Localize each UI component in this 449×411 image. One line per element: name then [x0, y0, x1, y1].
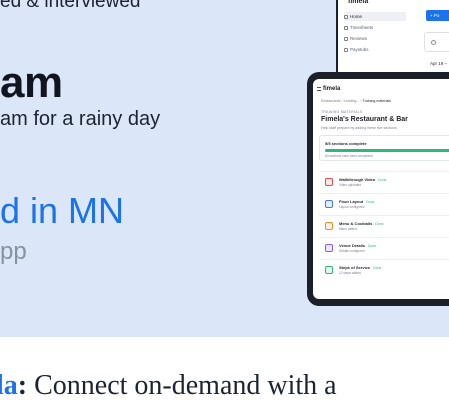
tablet-device: fimela Restaurants › Leading... › Traini…	[307, 72, 449, 306]
section-row-venue[interactable]: Venue Details Done Details configured	[319, 237, 449, 259]
section-sub: Details configured	[339, 249, 365, 253]
status-badge: Done	[375, 222, 384, 226]
desktop-nav-home[interactable]: Home	[344, 12, 406, 21]
desktop-nav-label: Reviews	[350, 36, 368, 41]
desktop-card	[424, 32, 449, 52]
venue-icon	[325, 244, 333, 252]
hero-line-top: ed & interviewed	[0, 0, 141, 12]
hero-panel: ed & interviewed am am for a rainy day d…	[0, 0, 449, 337]
breadcrumb-current: Training materials	[362, 99, 391, 103]
desktop-primary-button[interactable]: + Po	[426, 10, 449, 21]
caption-text: la: Connect on-demand with a	[0, 370, 337, 402]
clock-icon	[344, 25, 348, 30]
status-badge: Done	[378, 178, 387, 182]
desktop-nav-paystubs[interactable]: Paystubs	[344, 45, 406, 54]
star-icon	[344, 36, 348, 41]
status-badge: Done	[368, 244, 377, 248]
desktop-date-label: Apr 19 –	[430, 61, 448, 66]
section-row-menu[interactable]: Menu & Cocktails Done Menu added	[319, 215, 449, 237]
desktop-nav-label: Paystubs	[350, 47, 369, 52]
section-label: TRAINING MATERIALS	[321, 110, 363, 114]
section-row-floor-layout[interactable]: Floor Layout Done Layout configured	[319, 193, 449, 215]
section-sub: Menu added	[339, 227, 357, 231]
menu-icon[interactable]	[317, 87, 321, 91]
desktop-nav-timesheets[interactable]: Timesheets	[344, 23, 406, 32]
caption-brand-link[interactable]: la	[0, 370, 18, 401]
hero-blue-line: d in MN	[0, 190, 125, 231]
section-name: Steps of Service	[339, 265, 371, 270]
breadcrumb: Restaurants › Leading... › Training mate…	[321, 99, 391, 103]
steps-icon	[325, 266, 333, 274]
desktop-nav-label: Timesheets	[350, 25, 374, 30]
desktop-nav-label: Home	[350, 14, 363, 19]
section-name: Venue Details	[339, 243, 366, 248]
progress-bar-fill	[325, 149, 449, 152]
layout-icon	[325, 200, 333, 208]
menu-icon	[325, 222, 333, 230]
breadcrumb-root[interactable]: Restaurants	[321, 99, 340, 103]
caption-body: Connect on-demand with a	[27, 370, 337, 401]
status-badge: Done	[366, 200, 375, 204]
circle-icon	[431, 40, 436, 45]
section-sub: Video uploaded	[339, 183, 362, 187]
progress-note: All sections have been completed	[325, 154, 373, 158]
hero-subline: am for a rainy day	[0, 108, 161, 130]
hero-headline: am	[0, 58, 63, 107]
desktop-nav-reviews[interactable]: Reviews	[344, 34, 406, 43]
section-row-steps[interactable]: Steps of Service Done 12 steps added	[319, 259, 449, 281]
page-title: Fimela's Restaurant & Bar	[321, 116, 408, 123]
section-name: Menu & Cocktails	[339, 221, 373, 226]
page-description: Help staff prepare by adding these five …	[321, 126, 397, 130]
status-badge: Done	[373, 266, 382, 270]
progress-title: 5/5 sections complete	[325, 141, 367, 146]
tablet-screen: fimela Restaurants › Leading... › Traini…	[313, 79, 449, 299]
progress-bar	[325, 149, 449, 152]
progress-card: 5/5 sections complete All sections have …	[319, 135, 449, 161]
breadcrumb-mid[interactable]: Leading...	[344, 99, 360, 103]
section-row-walkthrough[interactable]: Walkthrough Video Done Video uploaded	[319, 171, 449, 193]
home-icon	[344, 14, 348, 19]
desktop-app-window: fimela Home Timesheets Reviews Paystubs …	[336, 0, 449, 78]
section-sub: 12 steps added	[339, 271, 361, 275]
caption-colon: :	[17, 370, 28, 401]
tablet-brand-logo: fimela	[323, 86, 341, 92]
section-name: Walkthrough Video	[339, 177, 376, 182]
document-icon	[344, 47, 348, 52]
section-name: Floor Layout	[339, 199, 364, 204]
section-sub: Layout configured	[339, 205, 365, 209]
hero-gray-line: pp	[0, 238, 27, 265]
video-icon	[325, 178, 333, 186]
desktop-brand-logo: fimela	[348, 0, 369, 5]
